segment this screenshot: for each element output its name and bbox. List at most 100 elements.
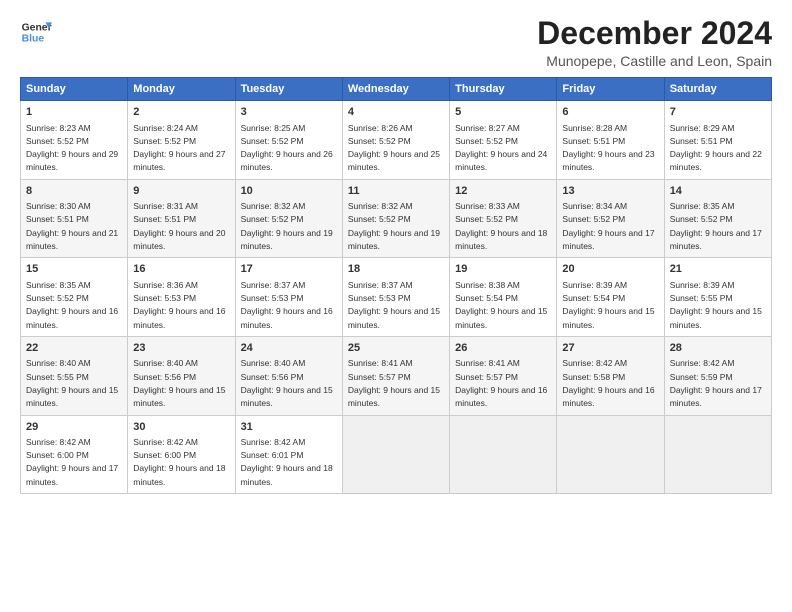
day-info: Sunrise: 8:39 AMSunset: 5:54 PMDaylight:… bbox=[562, 280, 654, 330]
day-info: Sunrise: 8:42 AMSunset: 6:00 PMDaylight:… bbox=[133, 437, 225, 487]
day-number: 28 bbox=[670, 341, 766, 356]
calendar-cell: 29Sunrise: 8:42 AMSunset: 6:00 PMDayligh… bbox=[21, 415, 128, 494]
calendar-cell bbox=[450, 415, 557, 494]
calendar-cell: 25 Sunrise: 8:41 AMSunset: 5:57 PMDayligh… bbox=[342, 336, 449, 415]
calendar-cell: 11 Sunrise: 8:32 AMSunset: 5:52 PMDayligh… bbox=[342, 179, 449, 258]
day-number: 20 bbox=[562, 262, 658, 277]
day-number: 17 bbox=[241, 262, 337, 277]
day-info: Sunrise: 8:25 AMSunset: 5:52 PMDaylight:… bbox=[241, 123, 333, 173]
calendar-cell: 2 Sunrise: 8:24 AMSunset: 5:52 PMDaylight… bbox=[128, 101, 235, 180]
day-number: 4 bbox=[348, 105, 444, 120]
week-row-5: 29 Sunrise: 8:42 AMSunset: 6:00 PMDayligh… bbox=[21, 415, 772, 494]
subtitle: Munopepe, Castille and Leon, Spain bbox=[537, 53, 772, 69]
calendar-cell: 13 Sunrise: 8:34 AMSunset: 5:52 PMDayligh… bbox=[557, 179, 664, 258]
day-info: Sunrise: 8:27 AMSunset: 5:52 PMDaylight:… bbox=[455, 123, 547, 173]
calendar-cell: 31 Sunrise: 8:42 AMSunset: 6:01 PMDayligh… bbox=[235, 415, 342, 494]
day-number: 11 bbox=[348, 184, 444, 199]
day-info: Sunrise: 8:24 AMSunset: 5:52 PMDaylight:… bbox=[133, 123, 225, 173]
calendar-cell: 15 Sunrise: 8:35 AMSunset: 5:52 PMDayligh… bbox=[21, 258, 128, 337]
day-number: 10 bbox=[241, 184, 337, 199]
calendar-cell: 19 Sunrise: 8:38 AMSunset: 5:54 PMDayligh… bbox=[450, 258, 557, 337]
col-monday: Monday bbox=[128, 78, 235, 101]
day-number: 23 bbox=[133, 341, 229, 356]
day-number: 15 bbox=[26, 262, 122, 277]
calendar-cell: 17Sunrise: 8:37 AMSunset: 5:53 PMDayligh… bbox=[235, 258, 342, 337]
day-info: Sunrise: 8:34 AMSunset: 5:52 PMDaylight:… bbox=[562, 201, 654, 251]
day-number: 9 bbox=[133, 184, 229, 199]
calendar-cell: 26Sunrise: 8:41 AMSunset: 5:57 PMDayligh… bbox=[450, 336, 557, 415]
day-info: Sunrise: 8:32 AMSunset: 5:52 PMDaylight:… bbox=[241, 201, 333, 251]
day-number: 13 bbox=[562, 184, 658, 199]
day-number: 3 bbox=[241, 105, 337, 120]
calendar-cell: 27Sunrise: 8:42 AMSunset: 5:58 PMDayligh… bbox=[557, 336, 664, 415]
day-info: Sunrise: 8:35 AMSunset: 5:52 PMDaylight:… bbox=[26, 280, 118, 330]
logo: General Blue bbox=[20, 16, 52, 48]
calendar-cell: 28 Sunrise: 8:42 AMSunset: 5:59 PMDayligh… bbox=[664, 336, 771, 415]
day-number: 25 bbox=[348, 341, 444, 356]
calendar-cell: 30 Sunrise: 8:42 AMSunset: 6:00 PMDayligh… bbox=[128, 415, 235, 494]
day-number: 12 bbox=[455, 184, 551, 199]
calendar-cell: 8Sunrise: 8:30 AMSunset: 5:51 PMDaylight… bbox=[21, 179, 128, 258]
day-number: 21 bbox=[670, 262, 766, 277]
calendar-cell: 23 Sunrise: 8:40 AMSunset: 5:56 PMDayligh… bbox=[128, 336, 235, 415]
calendar-cell: 22 Sunrise: 8:40 AMSunset: 5:55 PMDayligh… bbox=[21, 336, 128, 415]
day-info: Sunrise: 8:37 AMSunset: 5:53 PMDaylight:… bbox=[348, 280, 440, 330]
day-info: Sunrise: 8:40 AMSunset: 5:56 PMDaylight:… bbox=[241, 358, 333, 408]
day-info: Sunrise: 8:42 AMSunset: 6:01 PMDaylight:… bbox=[241, 437, 333, 487]
calendar-cell: 3 Sunrise: 8:25 AMSunset: 5:52 PMDaylight… bbox=[235, 101, 342, 180]
col-saturday: Saturday bbox=[664, 78, 771, 101]
calendar-cell bbox=[557, 415, 664, 494]
header-row: Sunday Monday Tuesday Wednesday Thursday… bbox=[21, 78, 772, 101]
day-number: 7 bbox=[670, 105, 766, 120]
day-number: 29 bbox=[26, 420, 122, 435]
main-title: December 2024 bbox=[537, 16, 772, 51]
week-row-2: 8Sunrise: 8:30 AMSunset: 5:51 PMDaylight… bbox=[21, 179, 772, 258]
logo-icon: General Blue bbox=[20, 16, 52, 48]
page: General Blue December 2024 Munopepe, Cas… bbox=[0, 0, 792, 612]
calendar-cell: 14 Sunrise: 8:35 AMSunset: 5:52 PMDayligh… bbox=[664, 179, 771, 258]
svg-text:Blue: Blue bbox=[22, 34, 45, 45]
day-info: Sunrise: 8:33 AMSunset: 5:52 PMDaylight:… bbox=[455, 201, 547, 251]
calendar-table: Sunday Monday Tuesday Wednesday Thursday… bbox=[20, 77, 772, 494]
day-info: Sunrise: 8:39 AMSunset: 5:55 PMDaylight:… bbox=[670, 280, 762, 330]
day-info: Sunrise: 8:23 AMSunset: 5:52 PMDaylight:… bbox=[26, 123, 118, 173]
day-info: Sunrise: 8:42 AMSunset: 5:59 PMDaylight:… bbox=[670, 358, 762, 408]
day-info: Sunrise: 8:32 AMSunset: 5:52 PMDaylight:… bbox=[348, 201, 440, 251]
day-number: 18 bbox=[348, 262, 444, 277]
calendar-cell: 18 Sunrise: 8:37 AMSunset: 5:53 PMDayligh… bbox=[342, 258, 449, 337]
calendar-cell: 21 Sunrise: 8:39 AMSunset: 5:55 PMDayligh… bbox=[664, 258, 771, 337]
calendar-cell: 12 Sunrise: 8:33 AMSunset: 5:52 PMDayligh… bbox=[450, 179, 557, 258]
day-number: 5 bbox=[455, 105, 551, 120]
day-info: Sunrise: 8:40 AMSunset: 5:56 PMDaylight:… bbox=[133, 358, 225, 408]
col-tuesday: Tuesday bbox=[235, 78, 342, 101]
day-info: Sunrise: 8:42 AMSunset: 5:58 PMDaylight:… bbox=[562, 358, 654, 408]
calendar-cell: 4Sunrise: 8:26 AMSunset: 5:52 PMDaylight… bbox=[342, 101, 449, 180]
day-info: Sunrise: 8:40 AMSunset: 5:55 PMDaylight:… bbox=[26, 358, 118, 408]
header: General Blue December 2024 Munopepe, Cas… bbox=[20, 16, 772, 69]
day-number: 14 bbox=[670, 184, 766, 199]
calendar-cell: 20 Sunrise: 8:39 AMSunset: 5:54 PMDayligh… bbox=[557, 258, 664, 337]
calendar-cell: 1 Sunrise: 8:23 AMSunset: 5:52 PMDaylight… bbox=[21, 101, 128, 180]
day-number: 31 bbox=[241, 420, 337, 435]
day-number: 6 bbox=[562, 105, 658, 120]
day-info: Sunrise: 8:29 AMSunset: 5:51 PMDaylight:… bbox=[670, 123, 762, 173]
day-info: Sunrise: 8:31 AMSunset: 5:51 PMDaylight:… bbox=[133, 201, 225, 251]
day-info: Sunrise: 8:35 AMSunset: 5:52 PMDaylight:… bbox=[670, 201, 762, 251]
calendar-cell: 5 Sunrise: 8:27 AMSunset: 5:52 PMDaylight… bbox=[450, 101, 557, 180]
day-info: Sunrise: 8:41 AMSunset: 5:57 PMDaylight:… bbox=[348, 358, 440, 408]
day-info: Sunrise: 8:36 AMSunset: 5:53 PMDaylight:… bbox=[133, 280, 225, 330]
day-number: 30 bbox=[133, 420, 229, 435]
day-number: 2 bbox=[133, 105, 229, 120]
calendar-cell: 16Sunrise: 8:36 AMSunset: 5:53 PMDayligh… bbox=[128, 258, 235, 337]
week-row-3: 15 Sunrise: 8:35 AMSunset: 5:52 PMDayligh… bbox=[21, 258, 772, 337]
day-number: 26 bbox=[455, 341, 551, 356]
day-number: 22 bbox=[26, 341, 122, 356]
day-number: 1 bbox=[26, 105, 122, 120]
day-info: Sunrise: 8:30 AMSunset: 5:51 PMDaylight:… bbox=[26, 201, 118, 251]
day-info: Sunrise: 8:38 AMSunset: 5:54 PMDaylight:… bbox=[455, 280, 547, 330]
calendar-cell: 9 Sunrise: 8:31 AMSunset: 5:51 PMDaylight… bbox=[128, 179, 235, 258]
col-sunday: Sunday bbox=[21, 78, 128, 101]
calendar-cell: 6Sunrise: 8:28 AMSunset: 5:51 PMDaylight… bbox=[557, 101, 664, 180]
day-number: 19 bbox=[455, 262, 551, 277]
calendar-cell bbox=[664, 415, 771, 494]
